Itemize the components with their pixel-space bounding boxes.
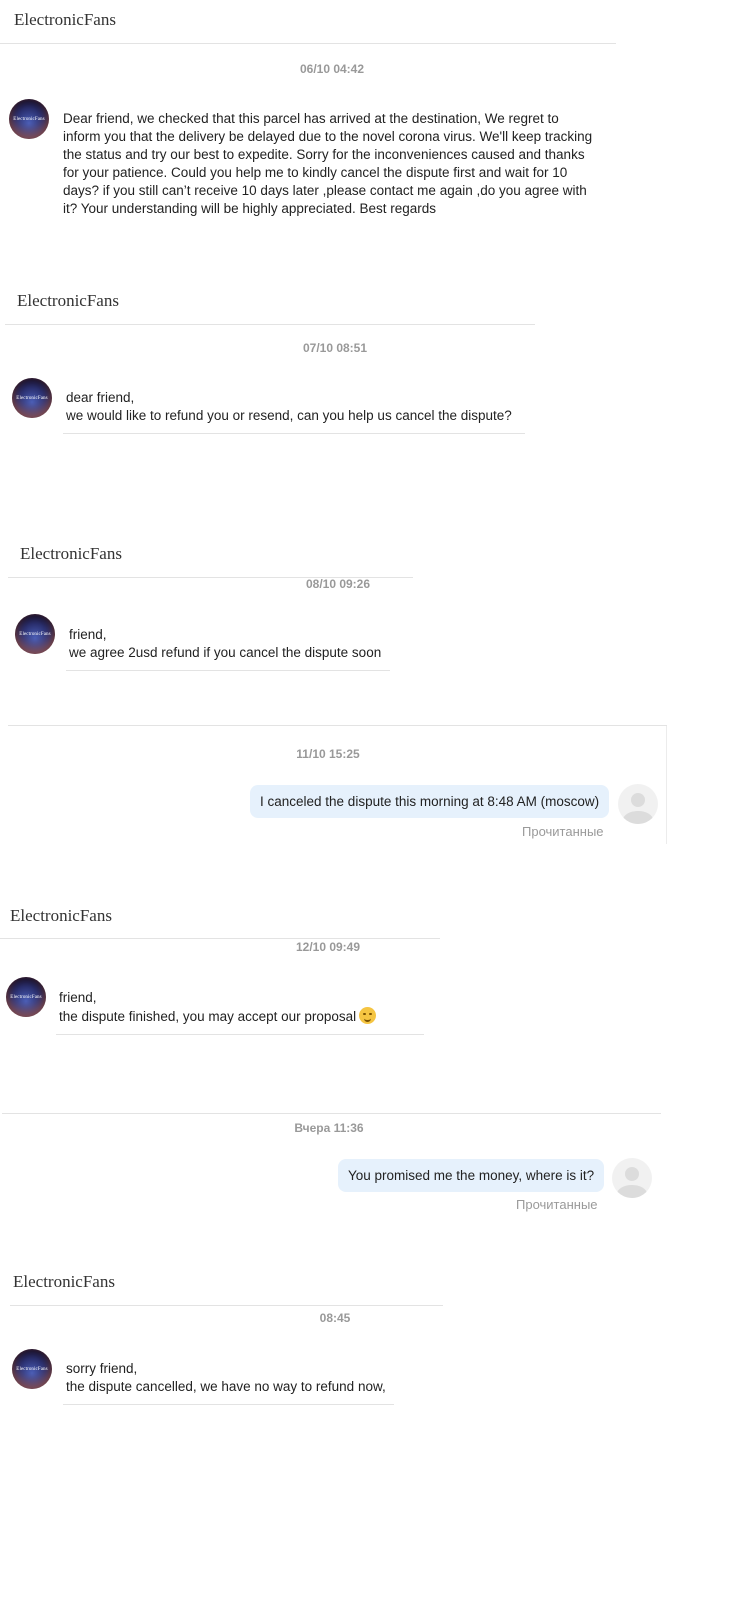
user-avatar[interactable]: [618, 784, 658, 824]
divider: [8, 725, 667, 726]
avatar-logo-text: ElectronicFans: [13, 116, 45, 122]
seller-avatar[interactable]: ElectronicFans: [6, 977, 46, 1017]
message-line: inform you that the delivery be delayed …: [63, 129, 593, 144]
avatar-logo-text: ElectronicFans: [10, 994, 42, 1000]
seller-name: ElectronicFans: [13, 1272, 115, 1291]
seller-name: ElectronicFans: [10, 906, 112, 925]
message-line: sorry friend,: [66, 1361, 138, 1376]
user-message-bubble: I canceled the dispute this morning at 8…: [250, 785, 610, 818]
avatar-logo-text: ElectronicFans: [16, 1366, 48, 1372]
seller-avatar[interactable]: ElectronicFans: [15, 614, 55, 654]
divider: [0, 938, 440, 939]
seller-message: friend, we agree 2usd refund if you canc…: [66, 626, 390, 671]
message-line: the dispute cancelled, we have no way to…: [66, 1379, 386, 1394]
divider: [2, 1113, 661, 1114]
seller-avatar[interactable]: ElectronicFans: [12, 1349, 52, 1389]
avatar-logo-text: ElectronicFans: [16, 395, 48, 401]
message-line: for your patience. Could you help me to …: [63, 165, 568, 180]
user-message-bubble: You promised me the money, where is it?: [338, 1159, 605, 1192]
message-line: we agree 2usd refund if you cancel the d…: [69, 645, 382, 660]
divider: [5, 324, 535, 325]
message-timestamp: 07/10 08:51: [302, 341, 368, 355]
seller-message: sorry friend, the dispute cancelled, we …: [63, 1360, 394, 1405]
message-timestamp: 06/10 04:42: [299, 62, 365, 76]
divider: [10, 1305, 443, 1306]
message-line: the dispute finished, you may accept our…: [59, 1007, 424, 1026]
read-status: Прочитанные: [516, 1197, 598, 1212]
message-timestamp: Вчера 11:36: [294, 1121, 364, 1135]
avatar-logo-text: ElectronicFans: [19, 631, 51, 637]
message-line: friend,: [59, 990, 97, 1005]
message-timestamp: 11/10 15:25: [296, 747, 360, 761]
message-timestamp: 08/10 09:26: [305, 577, 371, 591]
message-line: the status and try our best to expedite.…: [63, 147, 585, 162]
message-line: we would like to refund you or resend, c…: [66, 408, 512, 423]
message-line: days? if you still can’t receive 10 days…: [63, 183, 587, 198]
message-line: it? Your understanding will be highly ap…: [63, 201, 436, 216]
message-line: Dear friend, we checked that this parcel…: [63, 111, 559, 126]
smiling-emoji-icon: [359, 1007, 377, 1024]
seller-name: ElectronicFans: [17, 291, 119, 310]
seller-avatar[interactable]: ElectronicFans: [12, 378, 52, 418]
seller-message: dear friend, we would like to refund you…: [63, 389, 525, 434]
divider: [0, 43, 616, 44]
seller-message: Dear friend, we checked that this parcel…: [63, 110, 592, 218]
panel-edge: [666, 726, 667, 844]
seller-message: friend, the dispute finished, you may ac…: [56, 989, 424, 1035]
message-timestamp: 08:45: [319, 1311, 351, 1325]
seller-name: ElectronicFans: [20, 544, 122, 563]
message-line: friend,: [69, 627, 107, 642]
seller-avatar[interactable]: ElectronicFans: [9, 99, 49, 139]
message-timestamp: 12/10 09:49: [295, 940, 361, 954]
user-avatar[interactable]: [612, 1158, 652, 1198]
message-line: dear friend,: [66, 390, 135, 405]
seller-name: ElectronicFans: [14, 10, 116, 29]
read-status: Прочитанные: [522, 824, 604, 839]
